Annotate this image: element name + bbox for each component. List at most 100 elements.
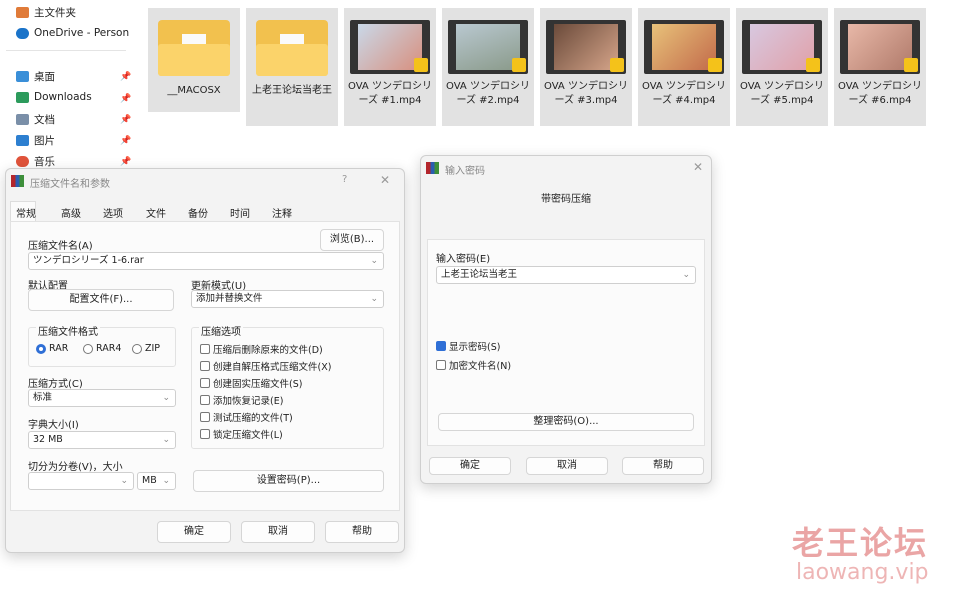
video-file-item[interactable]: OVA ツンデロシリーズ #1.mp4 [344,8,436,126]
update-mode-select[interactable]: 添加并替换文件 ⌄ [191,290,384,308]
show-password-checkbox[interactable]: 显示密码(S) [436,339,500,353]
radio-rar[interactable]: RAR [36,343,68,354]
help-icon[interactable]: ? [342,174,347,185]
archive-settings-dialog: 压缩文件名和参数 ? ✕ 常规 高级 选项 文件 备份 时间 注释 压缩文件名(… [5,168,405,553]
chevron-down-icon[interactable]: ⌄ [162,473,170,489]
method-label: 压缩方式(C) [28,379,83,390]
organize-passwords-button[interactable]: 整理密码(O)... [438,413,694,431]
winrar-icon [11,175,24,187]
help-button[interactable]: 帮助 [622,457,704,475]
option-delete-after[interactable]: 压缩后删除原来的文件(D) [200,342,323,356]
checkbox-icon [200,361,210,371]
dict-label: 字典大小(I) [28,420,79,431]
tab-comment[interactable]: 注释 [272,205,292,220]
folder-icon [158,20,230,76]
pictures-icon [16,135,29,146]
checkbox-icon [200,429,210,439]
password-input[interactable]: 上老王论坛当老王 ⌄ [436,266,696,284]
video-file-item[interactable]: OVA ツンデロシリーズ #2.mp4 [442,8,534,126]
method-select[interactable]: 标准 ⌄ [28,389,176,407]
video-thumbnail-icon [448,20,528,74]
cancel-button[interactable]: 取消 [241,521,315,543]
option-lock[interactable]: 锁定压缩文件(L) [200,427,283,441]
sidebar-item-pictures[interactable]: 图片 [16,133,134,148]
sidebar-item-music[interactable]: 音乐 [16,154,134,169]
tab-advanced[interactable]: 高级 [61,205,81,220]
video-file-item[interactable]: OVA ツンデロシリーズ #5.mp4 [736,8,828,126]
pin-icon[interactable]: 📌 [120,115,131,125]
split-label: 切分为分卷(V)，大小 [28,462,123,473]
pin-icon[interactable]: 📌 [120,94,131,104]
chevron-down-icon[interactable]: ⌄ [162,390,170,406]
radio-rar4[interactable]: RAR4 [83,343,121,354]
video-thumbnail-icon [840,20,920,74]
chevron-down-icon[interactable]: ⌄ [120,473,128,489]
profiles-button[interactable]: 配置文件(F)... [28,289,174,311]
video-thumbnail-icon [546,20,626,74]
checkbox-icon [200,344,210,354]
checkbox-icon [200,395,210,405]
folder-item[interactable]: __MACOSX [148,8,240,112]
archive-name-combo[interactable]: ツンデロシリーズ 1-6.rar ⌄ [28,252,384,270]
watermark-text: 老王论坛 [792,524,929,562]
tab-general[interactable]: 常规 [16,205,36,220]
chevron-down-icon[interactable]: ⌄ [370,291,378,307]
option-recovery[interactable]: 添加恢复记录(E) [200,393,283,407]
video-file-item[interactable]: OVA ツンデロシリーズ #3.mp4 [540,8,632,126]
sidebar-item-desktop[interactable]: 桌面 [16,69,134,84]
home-icon [16,7,29,18]
password-dialog: 输入密码 ✕ 带密码压缩 输入密码(E) 上老王论坛当老王 ⌄ 显示密码(S) 加… [420,155,712,484]
video-file-item[interactable]: OVA ツンデロシリーズ #6.mp4 [834,8,926,126]
pin-icon[interactable]: 📌 [120,136,131,146]
option-sfx[interactable]: 创建自解压格式压缩文件(X) [200,359,331,373]
split-unit-select[interactable]: MB ⌄ [137,472,176,490]
chevron-down-icon[interactable]: ⌄ [162,432,170,448]
music-icon [16,156,29,167]
pin-icon[interactable]: 📌 [120,157,131,167]
checkbox-icon [200,412,210,422]
winrar-icon [426,162,439,174]
checkbox-checked-icon [436,341,446,351]
tab-files[interactable]: 文件 [146,205,166,220]
checkbox-icon [436,360,446,370]
ok-button[interactable]: 确定 [157,521,231,543]
watermark-url: laowang.vip [796,560,929,585]
divider [6,50,126,51]
close-icon[interactable]: ✕ [693,160,703,174]
video-thumbnail-icon [350,20,430,74]
sidebar-item-home[interactable]: 主文件夹 [16,5,134,20]
video-thumbnail-icon [742,20,822,74]
close-icon[interactable]: ✕ [380,173,390,187]
sidebar-item-documents[interactable]: 文档 [16,112,134,127]
dialog-heading: 带密码压缩 [541,194,591,205]
video-thumbnail-icon [644,20,724,74]
split-size-combo[interactable]: ⌄ [28,472,134,490]
option-solid[interactable]: 创建固实压缩文件(S) [200,376,302,390]
encrypt-filenames-checkbox[interactable]: 加密文件名(N) [436,358,511,372]
folder-item[interactable]: 上老王论坛当老王 [246,8,338,126]
radio-zip[interactable]: ZIP [132,343,160,354]
password-label: 输入密码(E) [436,254,491,265]
tab-backup[interactable]: 备份 [188,205,208,220]
radio-selected-icon [36,343,46,354]
tab-options[interactable]: 选项 [103,205,123,220]
options-label: 压缩选项 [199,323,243,338]
sidebar-item-downloads[interactable]: Downloads [16,91,134,103]
cloud-icon [16,27,29,39]
chevron-down-icon[interactable]: ⌄ [682,267,690,283]
video-file-item[interactable]: OVA ツンデロシリーズ #4.mp4 [638,8,730,126]
help-button[interactable]: 帮助 [325,521,399,543]
sidebar-item-onedrive[interactable]: OneDrive - Person [16,27,134,39]
chevron-down-icon[interactable]: ⌄ [370,253,378,269]
set-password-button[interactable]: 设置密码(P)... [193,470,384,492]
download-icon [16,91,29,103]
ok-button[interactable]: 确定 [429,457,511,475]
pin-icon[interactable]: 📌 [120,72,131,82]
option-test[interactable]: 测试压缩的文件(T) [200,410,293,424]
tab-time[interactable]: 时间 [230,205,250,220]
archive-name-label: 压缩文件名(A) [28,241,93,252]
dict-select[interactable]: 32 MB ⌄ [28,431,176,449]
radio-icon [83,343,93,354]
browse-button[interactable]: 浏览(B)... [320,229,384,251]
cancel-button[interactable]: 取消 [526,457,608,475]
